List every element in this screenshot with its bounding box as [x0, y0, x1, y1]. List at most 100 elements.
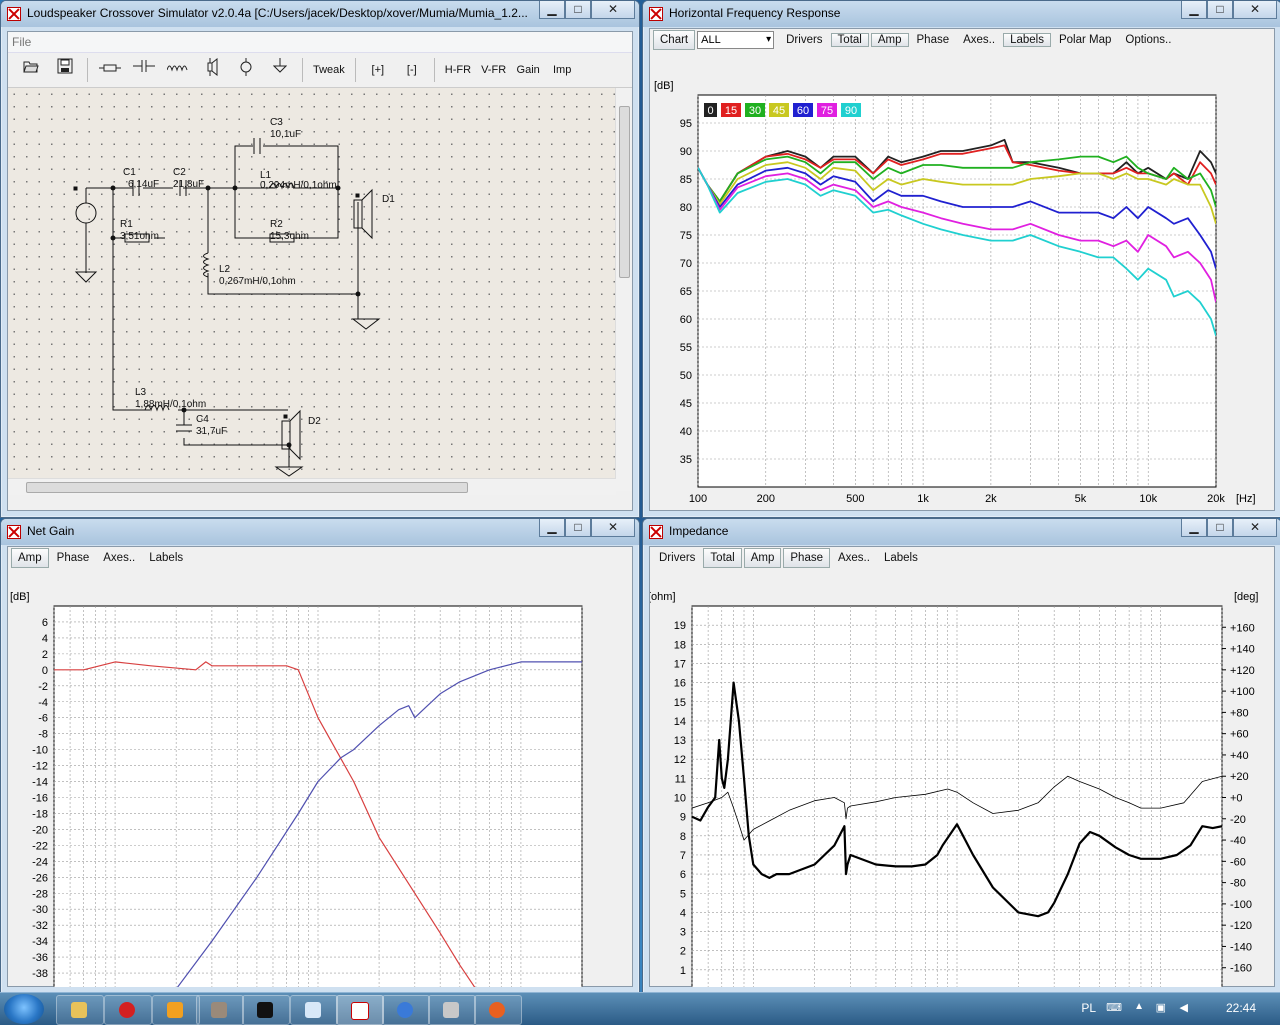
y-tick-label: -22 — [32, 840, 48, 852]
tweak-button[interactable]: Tweak — [310, 58, 348, 82]
explorer-icon[interactable] — [56, 995, 104, 1025]
maximize-button[interactable]: □ — [1207, 1, 1233, 19]
imp-tab-labels[interactable]: Labels — [878, 549, 924, 567]
game-icon[interactable] — [474, 995, 522, 1025]
start-button[interactable] — [4, 994, 44, 1024]
vfr-button[interactable]: V-FR — [478, 58, 509, 82]
angle-select[interactable]: ALL — [697, 31, 775, 49]
hfr-tab-polar-map[interactable]: Polar Map — [1053, 34, 1117, 46]
inductor-icon[interactable] — [163, 58, 193, 82]
hfr-tab-labels[interactable]: Labels — [1003, 33, 1051, 47]
schematic-client: File Tweak [+] [-] H-FR V-FR Gain Imp C1… — [7, 31, 633, 511]
clock[interactable]: 22:44 — [1226, 1001, 1256, 1015]
horizontal-scrollbar[interactable] — [8, 478, 616, 495]
driver-d1[interactable] — [353, 188, 373, 240]
source-icon[interactable] — [231, 58, 261, 82]
title-bar[interactable]: Horizontal Frequency Response ▁ □ ✕ — [643, 1, 1280, 27]
imp-client: Drivers Total Amp Phase Axes.. Labels 19 18 17 1… — [649, 546, 1275, 987]
minimize-button[interactable]: ▁ — [539, 519, 565, 537]
remote-desktop-icon[interactable] — [428, 995, 476, 1025]
app-icon[interactable] — [649, 7, 663, 21]
maximize-button[interactable]: □ — [565, 1, 591, 19]
y-tick-label: 90 — [680, 146, 692, 158]
schematic-canvas[interactable]: C1 6,14uF C2 21,8uF C3 10,1uF L1 0,294mH/0,1ohm… — [8, 88, 620, 491]
app-icon[interactable] — [649, 525, 663, 539]
resistor-icon[interactable] — [95, 58, 125, 82]
capacitor-c4[interactable] — [176, 424, 192, 432]
capacitor-c3[interactable] — [253, 138, 261, 154]
close-button[interactable]: ✕ — [591, 1, 635, 19]
imp-button[interactable]: Imp — [547, 58, 577, 82]
capacitor-icon[interactable] — [129, 58, 159, 82]
zoom-in-button[interactable]: [+] — [363, 58, 393, 82]
hfr-tab-phase[interactable]: Phase — [911, 34, 956, 46]
driver-d2[interactable] — [281, 409, 301, 461]
imp-tab-axes[interactable]: Axes.. — [832, 549, 876, 567]
imp-tab-phase[interactable]: Phase — [783, 548, 830, 568]
gain-tab-phase[interactable]: Phase — [51, 549, 96, 567]
hfr-tab-options[interactable]: Options.. — [1119, 34, 1177, 46]
zoom-out-button[interactable]: [-] — [397, 58, 427, 82]
gain-tab-axes[interactable]: Axes.. — [97, 549, 141, 567]
keyboard-icon[interactable]: ⌨ — [1106, 1001, 1122, 1014]
y-tick-label: 40 — [680, 426, 692, 438]
component-ref: C2 — [173, 167, 186, 178]
gain-tab-labels[interactable]: Labels — [143, 549, 189, 567]
y-tick-label: -30 — [32, 904, 48, 916]
paint-icon[interactable] — [196, 995, 244, 1025]
title-bar[interactable]: Impedance ▁ □ ✕ — [643, 519, 1280, 545]
media-player-icon[interactable] — [152, 995, 200, 1025]
minimize-button[interactable]: ▁ — [1181, 519, 1207, 537]
inductor-l2[interactable] — [203, 252, 210, 278]
open-icon[interactable] — [16, 58, 46, 82]
component-value: 10,1uF — [270, 129, 301, 140]
tab-chart[interactable]: Chart — [653, 30, 696, 50]
hfr-tab-amp[interactable]: Amp — [870, 33, 909, 47]
ground-icon[interactable] — [265, 58, 295, 82]
hfr-tab-total[interactable]: Total — [830, 33, 869, 47]
notepad-icon[interactable] — [290, 995, 338, 1025]
hfr-tab-axes[interactable]: Axes.. — [957, 34, 1001, 46]
imp-tab-total[interactable]: Total — [703, 548, 742, 568]
save-icon[interactable] — [50, 58, 80, 82]
component-value: 31,7uF — [196, 426, 227, 437]
xsim-icon[interactable] — [336, 995, 384, 1025]
app-icon[interactable] — [7, 7, 21, 21]
source-symbol[interactable] — [73, 186, 98, 283]
close-button[interactable]: ✕ — [591, 519, 635, 537]
title-bar[interactable]: Net Gain ▁ □ ✕ — [1, 519, 639, 545]
volume-icon[interactable]: ◀ — [1180, 1001, 1188, 1014]
y-tick-label: 19 — [674, 620, 686, 632]
y-tick-label: 8 — [680, 831, 686, 843]
minimize-button[interactable]: ▁ — [1181, 1, 1207, 19]
y-tick-label: -10 — [32, 745, 48, 757]
hfr-button[interactable]: H-FR — [442, 58, 474, 82]
gain-button[interactable]: Gain — [513, 58, 543, 82]
y2-tick-label: -140 — [1230, 941, 1252, 953]
title-bar[interactable]: Loudspeaker Crossover Simulator v2.0.4a … — [1, 1, 639, 27]
network-icon[interactable]: ▣ — [1156, 1001, 1166, 1014]
file-menu[interactable]: File — [12, 35, 31, 49]
opera-icon[interactable] — [104, 995, 152, 1025]
cmd-icon[interactable] — [242, 995, 290, 1025]
minimize-button[interactable]: ▁ — [539, 1, 565, 19]
language-indicator[interactable]: PL — [1081, 1001, 1096, 1015]
maximize-button[interactable]: □ — [565, 519, 591, 537]
show-hidden-icon[interactable]: ▲ — [1134, 1001, 1144, 1012]
app-icon[interactable] — [7, 525, 21, 539]
hfr-tab-drivers[interactable]: Drivers — [780, 34, 828, 46]
component-ref: C1 — [123, 167, 136, 178]
close-button[interactable]: ✕ — [1233, 519, 1277, 537]
close-button[interactable]: ✕ — [1233, 1, 1277, 19]
y-tick-label: 4 — [42, 633, 48, 645]
maximize-button[interactable]: □ — [1207, 519, 1233, 537]
driver-icon[interactable] — [197, 57, 227, 82]
imp-tab-amp[interactable]: Amp — [743, 548, 782, 568]
vertical-scrollbar[interactable] — [615, 88, 632, 491]
chrome-icon[interactable] — [382, 995, 430, 1025]
imp-tab-drivers[interactable]: Drivers — [653, 549, 701, 567]
y2-tick-label: -80 — [1230, 878, 1246, 890]
taskbar: PL ⌨ ▲ ▣ ◀ 22:44 — [0, 992, 1280, 1025]
y-tick-label: 95 — [680, 118, 692, 130]
gain-tab-amp[interactable]: Amp — [11, 548, 49, 568]
